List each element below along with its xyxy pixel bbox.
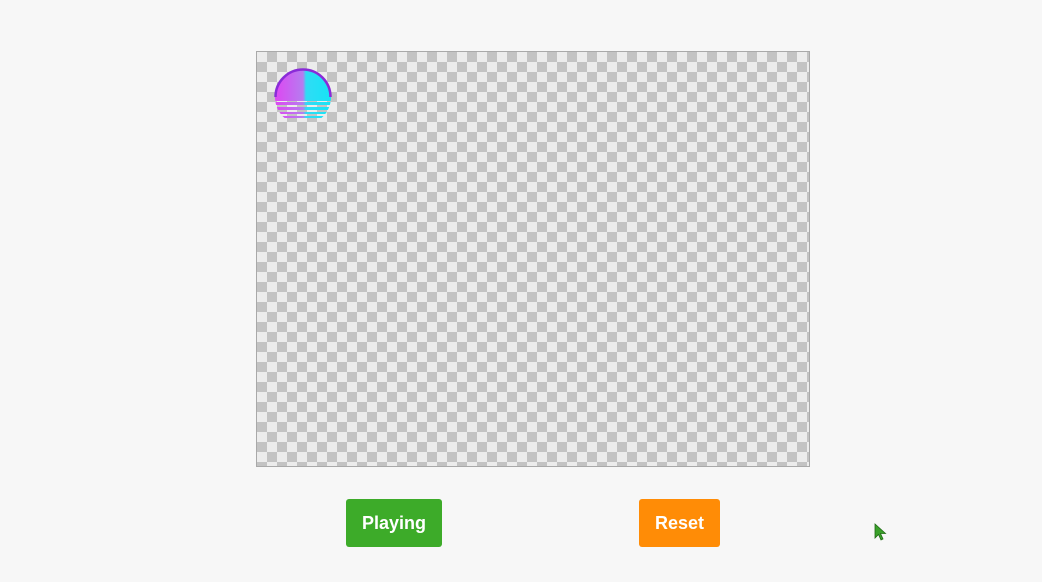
animation-canvas[interactable] — [256, 51, 810, 467]
sunset-logo-icon — [274, 68, 332, 118]
reset-button[interactable]: Reset — [639, 499, 720, 547]
mouse-cursor-icon — [874, 523, 887, 541]
play-button[interactable]: Playing — [346, 499, 442, 547]
